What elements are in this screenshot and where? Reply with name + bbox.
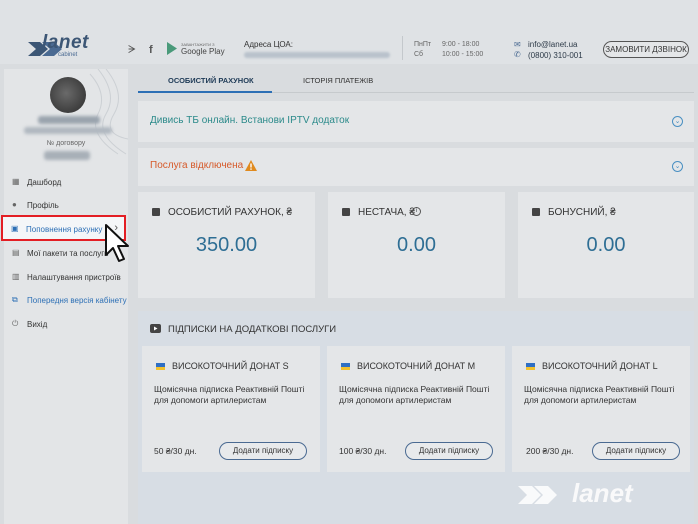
balance-value: 350.00 xyxy=(195,234,258,256)
sidebar-item-label: Профіль xyxy=(27,201,59,210)
subscription-price: 50 ₴/30 дн. xyxy=(154,446,197,456)
schedule-hours-saturday: 10:00 - 15:00 xyxy=(442,51,484,58)
subscription-name: ВИСОКОТОЧНИЙ ДОНАТ L xyxy=(542,361,658,371)
wallet-icon xyxy=(152,208,160,216)
subscription-card-m: ВИСОКОТОЧНИЙ ДОНАТ M Щомісячна підписка … xyxy=(327,346,505,472)
iptv-accordion-title: Дивись ТБ онлайн. Встанови IPTV додаток xyxy=(150,115,350,126)
header-divider xyxy=(402,36,403,60)
chevron-down-icon[interactable]: ⌄ xyxy=(672,161,683,172)
add-subscription-button[interactable]: Додати підписку xyxy=(592,442,680,460)
user-name-blurred xyxy=(38,116,100,124)
sidebar-item-dashboard[interactable]: ▦ Дашборд xyxy=(4,171,128,193)
wallet-icon xyxy=(342,208,350,216)
add-subscription-button[interactable]: Додати підписку xyxy=(219,442,307,460)
bonus-card: БОНУСНИЙ, ₴ 0.00 xyxy=(518,192,694,298)
apple-store-icon[interactable]: ᗒ xyxy=(128,44,136,57)
sidebar-item-profile[interactable]: ● Профіль xyxy=(4,194,128,216)
sidebar-item-label: Налаштування пристроїв xyxy=(27,273,121,282)
dashboard-icon: ▦ xyxy=(12,177,20,186)
youtube-icon xyxy=(150,324,161,333)
watermark-text: lanet xyxy=(572,478,633,508)
subscriptions-title: ПІДПИСКИ НА ДОДАТКОВІ ПОСЛУГИ xyxy=(168,324,337,335)
packages-icon: ▤ xyxy=(12,248,20,257)
ukraine-flag-icon xyxy=(341,363,350,370)
subscription-description: Щомісячна підписка Реактивній Пошті для … xyxy=(524,384,675,405)
sidebar: № договору ▦ Дашборд ● Профіль ▣ Поповне… xyxy=(1,69,128,524)
chevron-down-icon[interactable]: ⌄ xyxy=(672,116,683,127)
phone-icon: ✆ xyxy=(514,50,521,59)
shortage-value: 0.00 xyxy=(397,234,436,256)
ukraine-flag-icon xyxy=(156,363,165,370)
info-icon[interactable]: i xyxy=(412,207,421,216)
external-link-icon: ⧉ xyxy=(12,295,18,304)
sidebar-item-label: Вихід xyxy=(27,320,48,329)
user-icon: ● xyxy=(12,200,17,209)
tab-payment-history[interactable]: ІСТОРІЯ ПЛАТЕЖІВ xyxy=(303,76,373,85)
logo-text: lanet xyxy=(42,32,89,53)
order-callback-button[interactable]: ЗАМОВИТИ ДЗВІНОК xyxy=(603,41,689,58)
settings-icon: ▥ xyxy=(12,272,20,281)
address-title: Адреса ЦОА: xyxy=(244,40,293,49)
avatar[interactable] xyxy=(50,77,86,113)
subscription-card-l: ВИСОКОТОЧНИЙ ДОНАТ L Щомісячна підписка … xyxy=(512,346,690,472)
subscription-description: Щомісячна підписка Реактивній Пошті для … xyxy=(339,384,490,405)
bonus-title: БОНУСНИЙ, ₴ xyxy=(548,207,616,218)
facebook-icon[interactable]: f xyxy=(149,44,153,56)
user-email-blurred xyxy=(24,127,112,134)
subscription-price: 200 ₴/30 дн. xyxy=(526,446,574,456)
active-tab-indicator xyxy=(138,91,272,93)
logo-subtitle: cabinet xyxy=(58,52,78,58)
watermark-logo-mark xyxy=(518,486,557,504)
subscription-name: ВИСОКОТОЧНИЙ ДОНАТ S xyxy=(172,361,289,371)
mouse-cursor-icon xyxy=(105,224,129,262)
sidebar-item-label: Мої пакети та послуги xyxy=(27,249,109,258)
sidebar-item-label: Поповнення рахунку xyxy=(26,225,103,234)
schedule-days-saturday: Сб xyxy=(414,51,424,58)
contract-label: № договору xyxy=(46,140,86,147)
payment-icon: ▣ xyxy=(11,224,19,233)
google-play-label: Google Play xyxy=(181,47,225,56)
ukraine-flag-icon xyxy=(526,363,535,370)
phone-link[interactable]: (0800) 310-001 xyxy=(528,51,583,60)
shortage-card: НЕСТАЧА, ₴ i 0.00 xyxy=(328,192,505,298)
bonus-value: 0.00 xyxy=(586,234,626,256)
mail-icon: ✉ xyxy=(514,40,521,49)
sidebar-item-label: Попередня версія кабінету xyxy=(27,296,127,305)
sidebar-item-previous-version[interactable]: ⧉ Попередня версія кабінету xyxy=(4,289,128,311)
schedule-days-weekdays: ПнПт xyxy=(414,41,432,48)
tab-personal-account[interactable]: ОСОБИСТИЙ РАХУНОК xyxy=(168,76,254,85)
balance-title: ОСОБИСТИЙ РАХУНОК, ₴ xyxy=(168,207,293,218)
address-value-blurred xyxy=(244,52,390,58)
service-disabled-accordion[interactable]: Послуга відключена ⌄ xyxy=(138,148,694,186)
personal-account-card: ОСОБИСТИЙ РАХУНОК, ₴ 350.00 xyxy=(138,192,315,298)
wallet-icon xyxy=(532,208,540,216)
add-subscription-button[interactable]: Додати підписку xyxy=(405,442,493,460)
subscription-name: ВИСОКОТОЧНИЙ ДОНАТ M xyxy=(357,361,476,371)
subscription-price: 100 ₴/30 дн. xyxy=(339,446,387,456)
logout-icon: ⏻ xyxy=(12,319,19,328)
iptv-accordion[interactable]: Дивись ТБ онлайн. Встанови IPTV додаток … xyxy=(138,101,694,142)
schedule-hours-weekdays: 9:00 - 18:00 xyxy=(442,41,480,48)
warning-icon xyxy=(245,160,257,171)
header: lanet cabinet ᗒ f ЗАВАНТАЖИТИ З Google P… xyxy=(0,0,698,64)
subscription-card-s: ВИСОКОТОЧНИЙ ДОНАТ S Щомісячна підписка … xyxy=(142,346,320,472)
service-disabled-title: Послуга відключена xyxy=(150,160,244,171)
subscription-description: Щомісячна підписка Реактивній Пошті для … xyxy=(154,384,305,405)
sidebar-item-logout[interactable]: ⏻ Вихід xyxy=(4,313,128,335)
sidebar-item-label: Дашборд xyxy=(27,178,62,187)
shortage-title: НЕСТАЧА, ₴ xyxy=(358,207,415,218)
email-link[interactable]: info@lanet.ua xyxy=(528,40,578,49)
contract-number-blurred xyxy=(44,151,90,160)
sidebar-item-device-settings[interactable]: ▥ Налаштування пристроїв xyxy=(4,266,128,288)
